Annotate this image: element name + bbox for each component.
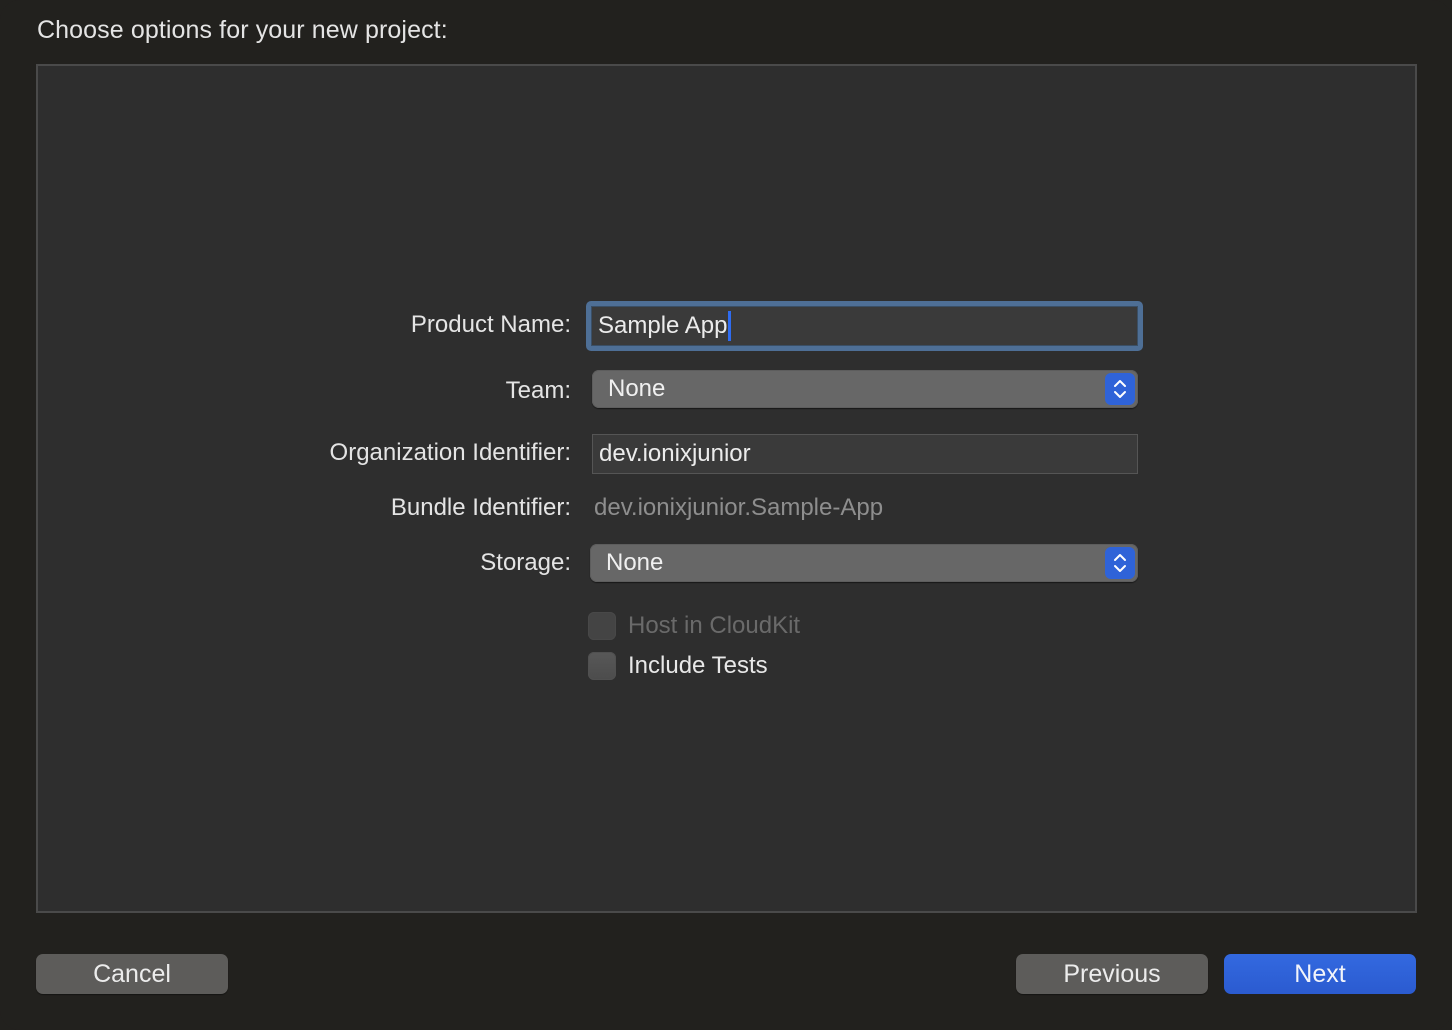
storage-label: Storage:	[480, 549, 571, 576]
team-popup-button[interactable]: None	[592, 370, 1138, 408]
new-project-options-dialog: Choose options for your new project: Pro…	[0, 0, 1452, 1030]
storage-selected-value: None	[606, 549, 664, 576]
up-down-chevron-icon	[1105, 373, 1135, 405]
storage-popup-button[interactable]: None	[590, 544, 1138, 582]
organization-identifier-value: dev.ionixjunior	[599, 440, 751, 467]
text-caret	[728, 311, 732, 341]
include-tests-label[interactable]: Include Tests	[628, 652, 768, 680]
product-name-input[interactable]: Sample App	[591, 306, 1138, 346]
bundle-identifier-label: Bundle Identifier:	[390, 494, 571, 521]
cancel-button[interactable]: Cancel	[36, 954, 228, 994]
options-panel	[36, 64, 1417, 913]
up-down-chevron-icon	[1105, 547, 1135, 579]
organization-identifier-label: Organization Identifier:	[329, 439, 571, 466]
team-label: Team:	[505, 377, 571, 404]
host-in-cloudkit-label: Host in CloudKit	[628, 612, 801, 639]
bundle-identifier-value: dev.ionixjunior.Sample-App	[594, 494, 884, 521]
team-selected-value: None	[608, 375, 666, 402]
next-button[interactable]: Next	[1224, 954, 1416, 994]
host-in-cloudkit-checkbox[interactable]	[588, 612, 616, 640]
include-tests-checkbox-row: Include Tests	[588, 652, 768, 680]
organization-identifier-input[interactable]: dev.ionixjunior	[592, 434, 1138, 474]
product-name-value: Sample App	[598, 312, 728, 339]
dialog-title: Choose options for your new project:	[37, 16, 448, 44]
previous-button[interactable]: Previous	[1016, 954, 1208, 994]
include-tests-checkbox[interactable]	[588, 652, 616, 680]
product-name-label: Product Name:	[410, 311, 571, 338]
host-in-cloudkit-checkbox-row: Host in CloudKit	[588, 612, 800, 640]
